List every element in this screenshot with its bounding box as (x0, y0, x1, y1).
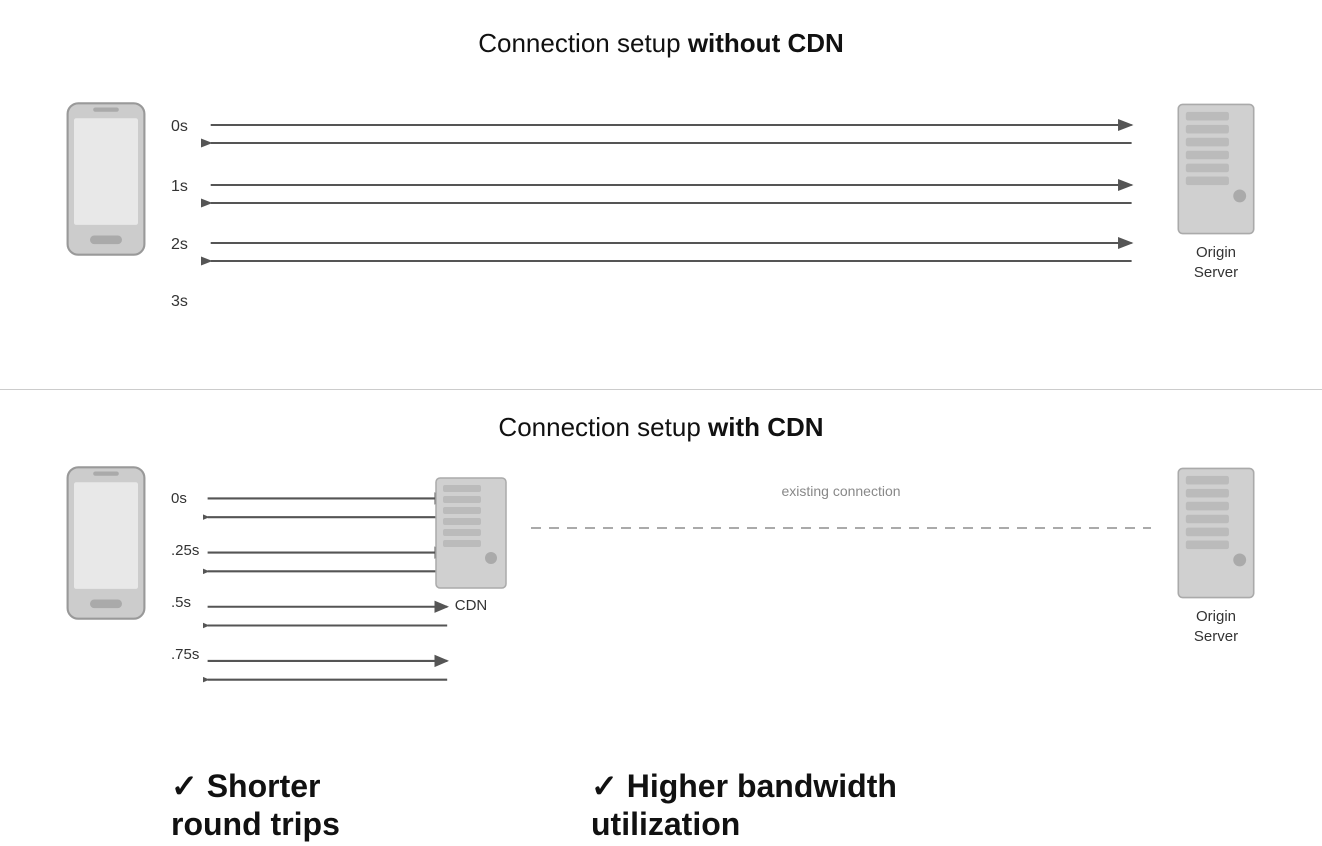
origin-server-bottom: OriginServer (1171, 463, 1261, 646)
bottom-title: Connection setup with CDN (498, 412, 823, 443)
benefit-higher-bandwidth: ✓ Higher bandwidthutilization (541, 767, 1261, 844)
phone-bottom (61, 463, 151, 628)
bottom-section: Connection setup with CDN 0s .25s .5s .7… (0, 390, 1322, 846)
time-0s-top: 0s (171, 119, 188, 135)
phone-icon (61, 99, 151, 264)
bottom-title-normal: Connection setup (498, 412, 708, 442)
top-title-normal: Connection setup (478, 28, 688, 58)
top-title-bold: without CDN (688, 28, 844, 58)
bottom-title-bold: with CDN (708, 412, 824, 442)
top-section: Connection setup without CDN 0s (0, 0, 1322, 390)
origin-server-bottom-label: OriginServer (1194, 607, 1238, 646)
time-2s-top: 2s (171, 237, 188, 253)
time-25s-bottom: .25s (171, 543, 199, 558)
existing-connection-label: existing connection (781, 483, 900, 499)
benefit-bandwidth-text: ✓ Higher bandwidthutilization (591, 767, 1261, 844)
origin-server-top: OriginServer (1171, 99, 1261, 282)
top-arrows-area: 0s 1s 2s 3s (171, 89, 1151, 329)
top-diagram: 0s 1s 2s 3s (61, 69, 1261, 349)
cdn-server-icon: CDN (431, 473, 511, 614)
time-75s-bottom: .75s (171, 647, 199, 662)
time-1s-top: 1s (171, 179, 188, 195)
cdn-label: CDN (455, 597, 488, 614)
benefit-shorter-trips: ✓ Shorterround trips (61, 767, 541, 844)
page-container: Connection setup without CDN 0s (0, 0, 1322, 846)
top-title: Connection setup without CDN (478, 28, 844, 59)
benefits-row: ✓ Shorterround trips ✓ Higher bandwidthu… (61, 767, 1261, 844)
origin-server-top-label: OriginServer (1194, 243, 1238, 282)
dotted-connection-area: existing connection (531, 463, 1151, 663)
bottom-arrows-cdn: 0s .25s .5s .75s (171, 463, 461, 713)
benefit-shorter-text: ✓ Shorterround trips (171, 767, 541, 844)
bottom-diagram: 0s .25s .5s .75s (61, 453, 1261, 753)
time-5s-bottom: .5s (171, 595, 191, 610)
time-0s-bottom: 0s (171, 491, 187, 506)
time-3s-top: 3s (171, 294, 188, 310)
